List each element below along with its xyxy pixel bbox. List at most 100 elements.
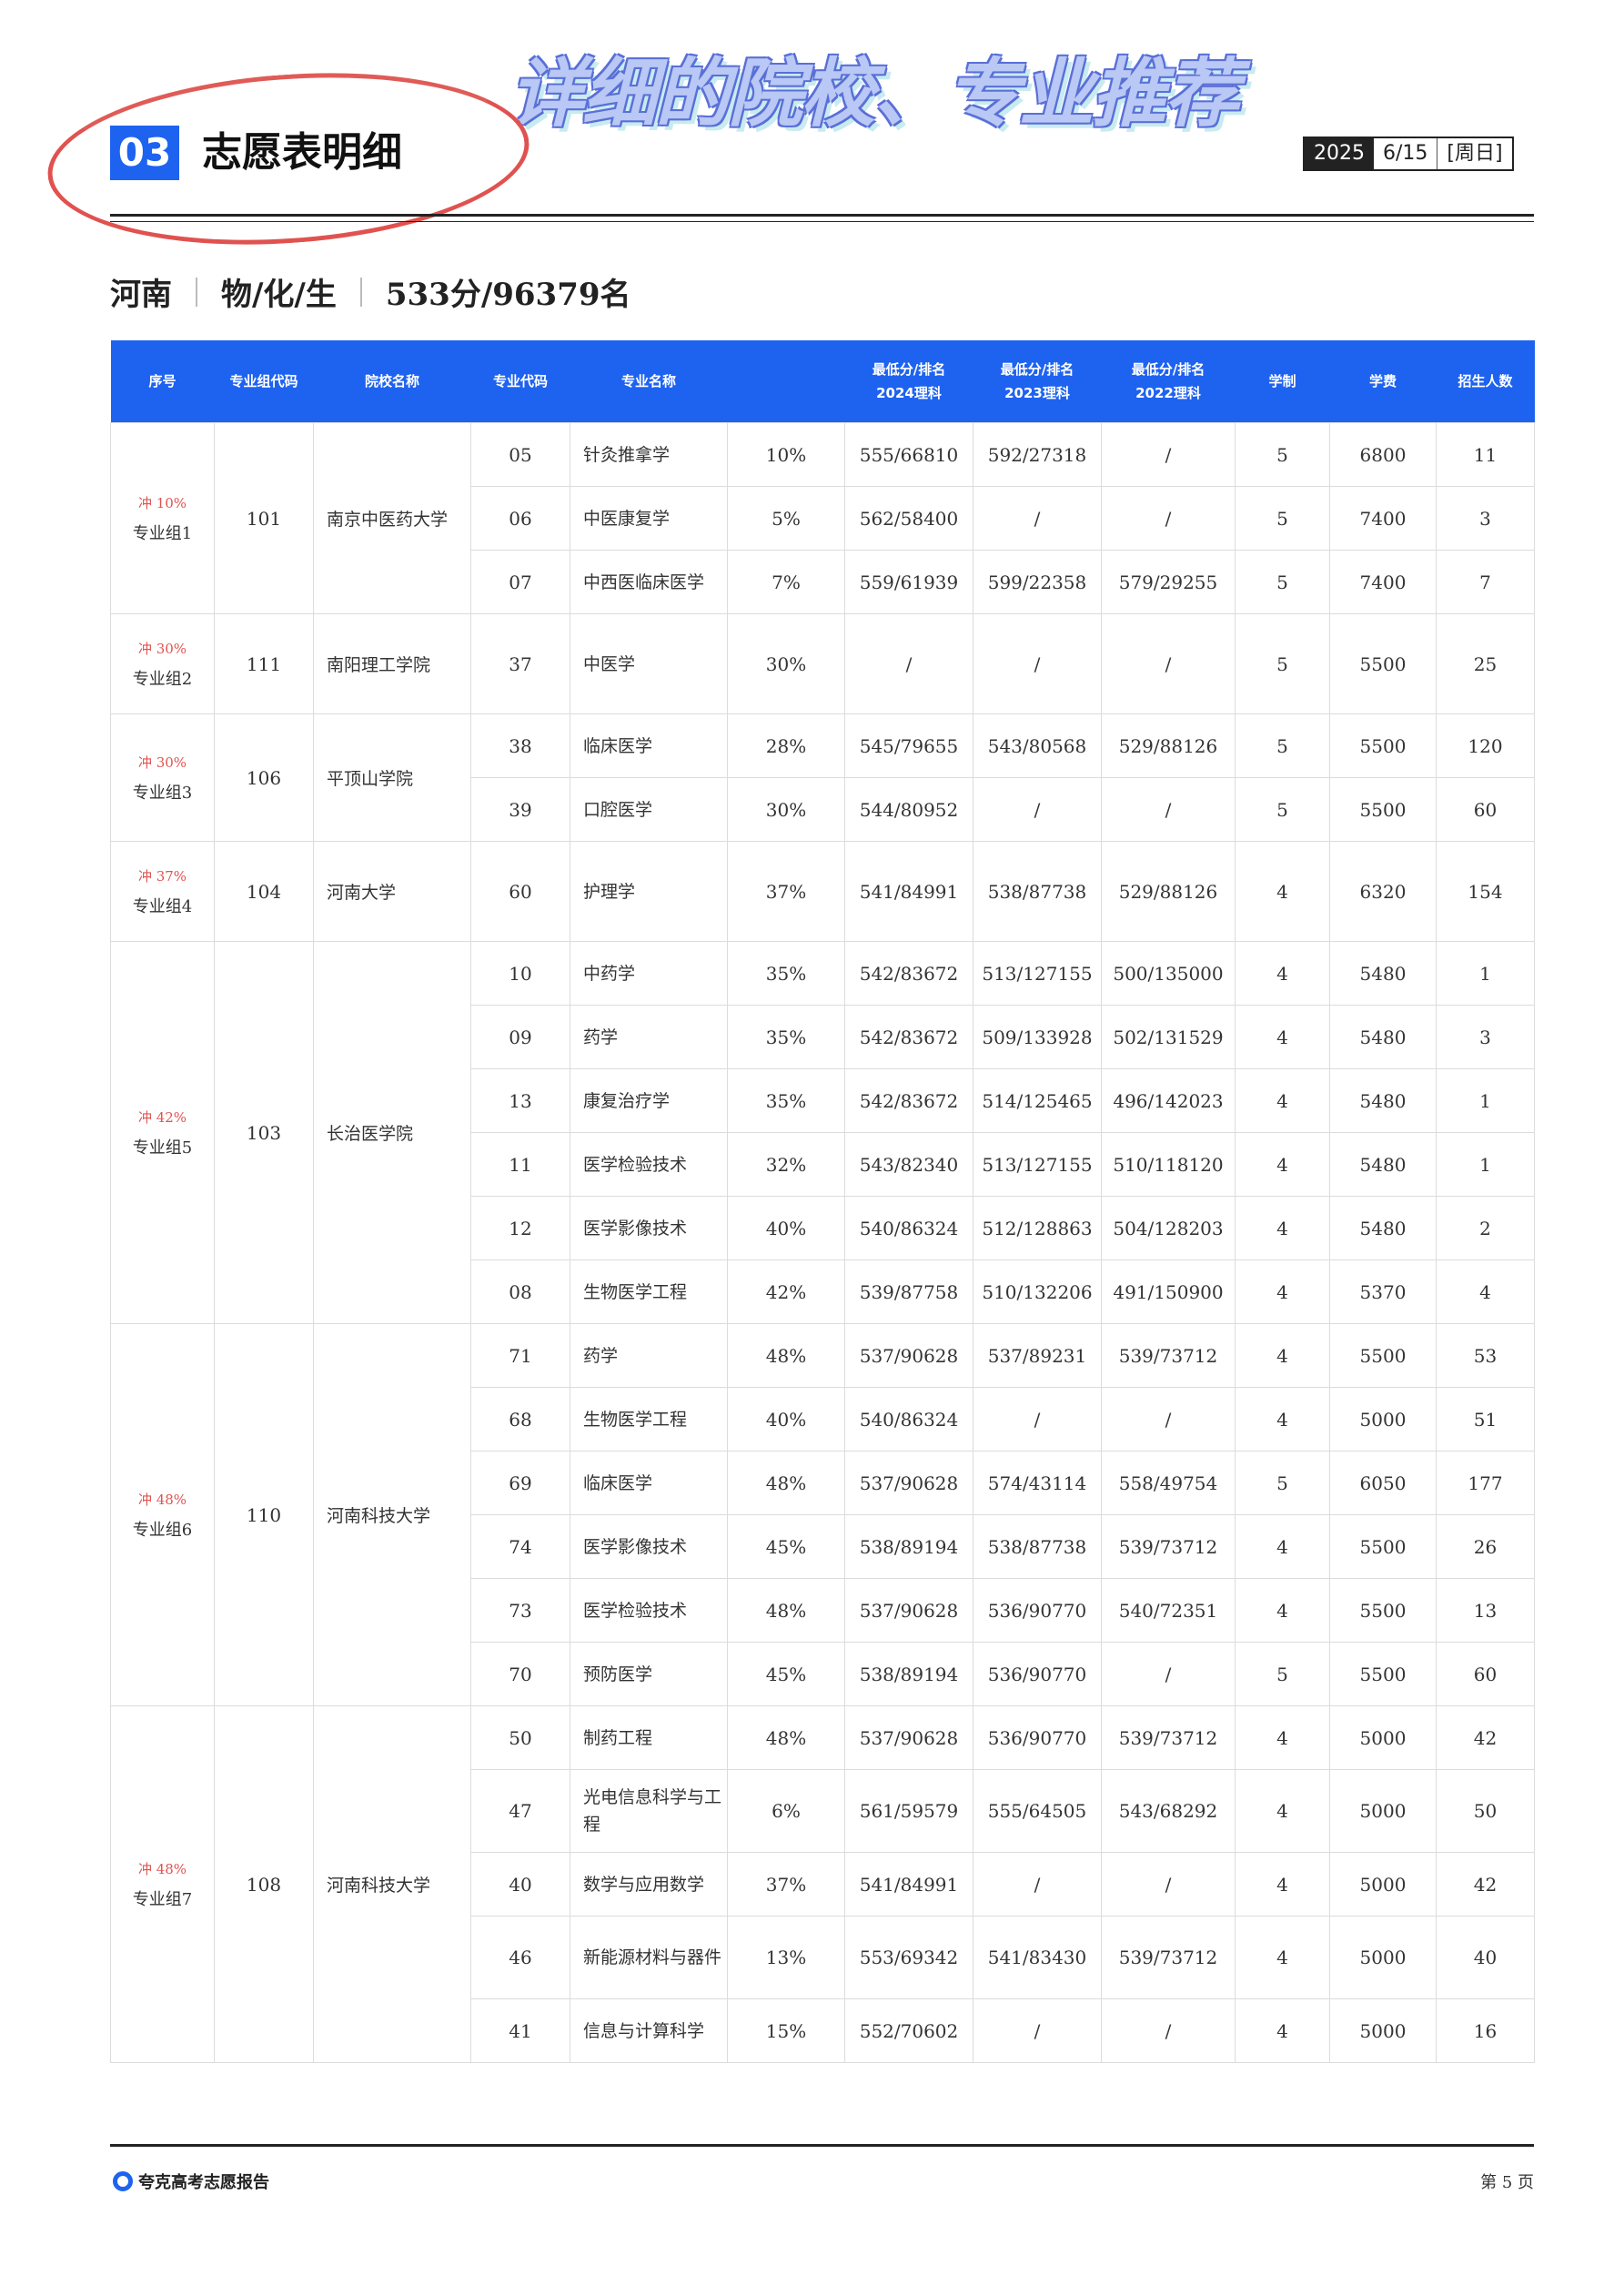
column-header: 专业代码 [470,340,570,423]
score-2022: 539/73712 [1101,1514,1236,1579]
tuition: 5480 [1329,1068,1437,1133]
tuition: 5000 [1329,1769,1437,1853]
major-name: 光电信息科学与工程 [570,1769,728,1853]
major-name: 药学 [570,1323,728,1388]
subjects: 物/化/生 [221,277,337,313]
enrollment: 60 [1436,777,1535,842]
probability: 40% [727,1196,845,1260]
tuition: 5000 [1329,1998,1437,2063]
major-code: 41 [470,1998,570,2063]
tuition: 5480 [1329,1132,1437,1197]
score-2022: 529/88126 [1101,713,1236,778]
score-2022: 539/73712 [1101,1916,1236,1999]
candidate-info: 河南 物/化/生 533分/96379名 [110,269,631,314]
probability: 30% [727,777,845,842]
group-cell: 冲 42% 专业组5 [110,941,215,1324]
probability: 48% [727,1323,845,1388]
enrollment: 13 [1436,1578,1535,1643]
major-name: 数学与应用数学 [570,1852,728,1917]
probability: 13% [727,1916,845,1999]
major-code: 69 [470,1451,570,1515]
major-name: 药学 [570,1005,728,1069]
duration: 5 [1235,550,1330,614]
major-code: 10 [470,941,570,1006]
school-name: 南京中医药大学 [313,422,471,614]
column-header: 最低分/排名 2024理科 [844,340,973,423]
group-name: 专业组6 [132,1520,193,1540]
province: 河南 [110,277,172,313]
group-cell: 冲 48% 专业组6 [110,1323,215,1706]
major-code: 37 [470,613,570,714]
score-2022: 579/29255 [1101,550,1236,614]
score-2024: 540/86324 [844,1387,973,1451]
group-name: 专业组2 [132,669,193,689]
score-2024: / [844,613,973,714]
column-header: 院校名称 [313,340,471,423]
table-row: 冲 30% 专业组3 106 平顶山学院 38 临床医学 28% 545/79655 543/8… [110,713,1535,842]
group-cell: 冲 10% 专业组1 [110,422,215,614]
score-2024: 541/84991 [844,1852,973,1917]
score-2024: 537/90628 [844,1451,973,1515]
tuition: 5500 [1329,713,1437,778]
score-2022: 510/118120 [1101,1132,1236,1197]
enrollment: 42 [1436,1852,1535,1917]
date-badge: 2025 6/15 [周日] [1303,137,1514,171]
score-2022: / [1101,613,1236,714]
enrollment: 26 [1436,1514,1535,1579]
table-row: 冲 48% 专业组6 110 河南科技大学 71 药学 48% 537/90628 537/89… [110,1323,1535,1706]
section-title: 志愿表明细 [202,129,402,176]
school-name: 河南科技大学 [313,1323,471,1706]
tuition: 5500 [1329,1578,1437,1643]
column-header: 序号 [110,340,215,423]
score-2022: 539/73712 [1101,1705,1236,1770]
score-2024: 544/80952 [844,777,973,842]
major-code: 09 [470,1005,570,1069]
probability: 35% [727,1068,845,1133]
score-2024: 555/66810 [844,422,973,487]
chance-tag: 冲 48% [137,1860,187,1877]
duration: 4 [1235,1769,1330,1853]
score-2023: 574/43114 [973,1451,1102,1515]
group-cell: 冲 48% 专业组7 [110,1705,215,2063]
column-header: 最低分/排名 2023理科 [973,340,1102,423]
probability: 48% [727,1451,845,1515]
score-2022: 540/72351 [1101,1578,1236,1643]
score-2023: 599/22358 [973,550,1102,614]
tuition: 5480 [1329,941,1437,1006]
probability: 45% [727,1514,845,1579]
duration: 4 [1235,1916,1330,1999]
major-code: 73 [470,1578,570,1643]
enrollment: 154 [1436,841,1535,942]
school-name: 南阳理工学院 [313,613,471,714]
score-2023: 512/128863 [973,1196,1102,1260]
score-2022: / [1101,1852,1236,1917]
probability: 42% [727,1259,845,1324]
duration: 5 [1235,486,1330,551]
duration: 4 [1235,1705,1330,1770]
banner-title: 详细的院校、专业推荐 [509,51,1239,137]
duration: 4 [1235,841,1330,942]
score-2023: 514/125465 [973,1068,1102,1133]
column-header: 招生人数 [1436,340,1535,423]
score-2024: 542/83672 [844,1068,973,1133]
application-table: 序号 专业组代码 院校名称 专业代码 专业名称 最低分/排名 2024理科 最低分/排名 2… [110,340,1535,2063]
score-2024: 542/83672 [844,1005,973,1069]
tuition: 7400 [1329,550,1437,614]
chance-tag: 冲 37% [137,867,187,885]
major-name: 中医学 [570,613,728,714]
group-name: 专业组3 [132,783,193,803]
major-code: 12 [470,1196,570,1260]
group-name: 专业组5 [132,1138,193,1158]
score-2022: 500/135000 [1101,941,1236,1006]
probability: 48% [727,1578,845,1643]
enrollment: 60 [1436,1642,1535,1706]
group-cell: 冲 30% 专业组2 [110,613,215,714]
score-2023: 541/83430 [973,1916,1102,1999]
probability: 35% [727,941,845,1006]
probability: 45% [727,1642,845,1706]
probability: 7% [727,550,845,614]
enrollment: 177 [1436,1451,1535,1515]
score-2023: 555/64505 [973,1769,1102,1853]
major-name: 中药学 [570,941,728,1006]
header-rule [110,214,1534,217]
